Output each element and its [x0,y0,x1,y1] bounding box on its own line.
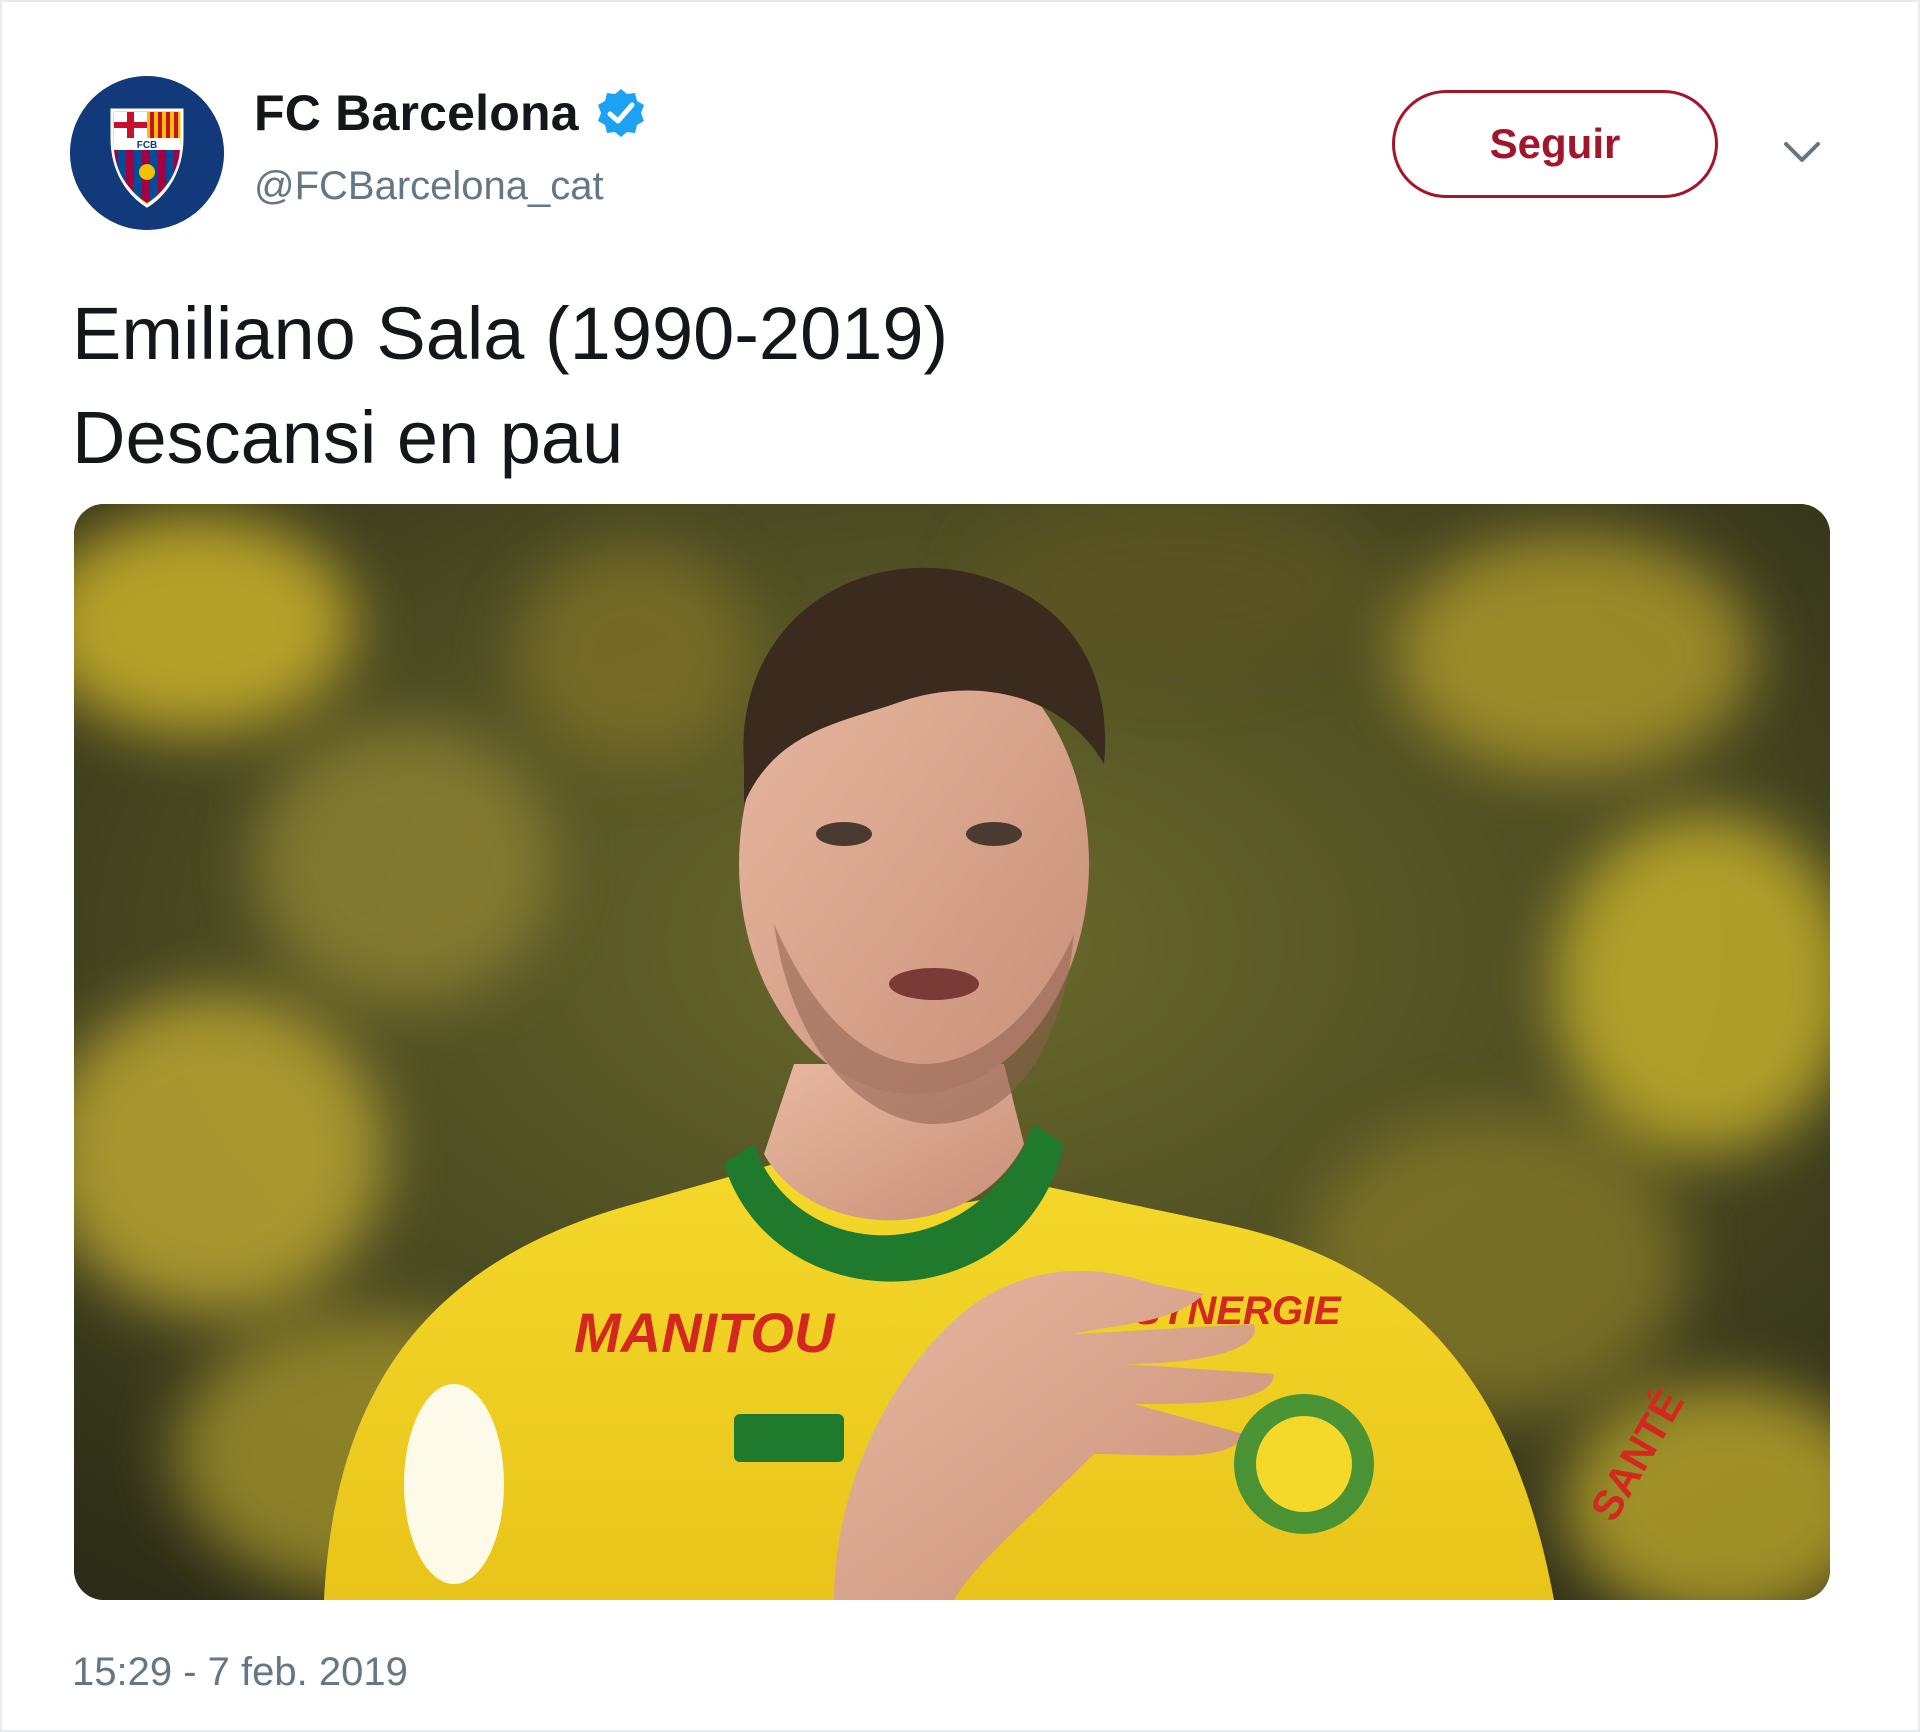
verified-badge-icon [595,87,647,139]
tweet-timestamp[interactable]: 15:29 - 7 feb. 2019 [72,1650,408,1695]
more-options-button[interactable] [1772,130,1832,174]
player-photo: MANITOU SYNERGIE SANTÉ [74,504,1830,1600]
tweet-text-line: Descansi en pau [72,396,624,479]
chevron-down-icon [1784,142,1820,162]
display-name[interactable]: FC Barcelona [254,84,579,142]
tweet-card: FCB FC Barcelona @FCBarcelona_cat Seguir… [0,0,1920,1732]
tweet-text: Emiliano Sala (1990-2019) Descansi en pa… [72,282,1852,490]
svg-text:FCB: FCB [137,140,158,151]
jersey-sponsor-text: MANITOU [574,1301,836,1364]
follow-button[interactable]: Seguir [1392,90,1718,198]
tweet-text-line: Emiliano Sala (1990-2019) [72,292,949,375]
tweet-header: FCB FC Barcelona @FCBarcelona_cat Seguir [2,2,1918,262]
avatar[interactable]: FCB [70,76,224,230]
fc-barcelona-crest-icon: FCB [70,76,224,230]
tweet-photo[interactable]: MANITOU SYNERGIE SANTÉ [74,504,1830,1600]
account-handle[interactable]: @FCBarcelona_cat [254,164,604,209]
name-row: FC Barcelona [254,84,647,142]
